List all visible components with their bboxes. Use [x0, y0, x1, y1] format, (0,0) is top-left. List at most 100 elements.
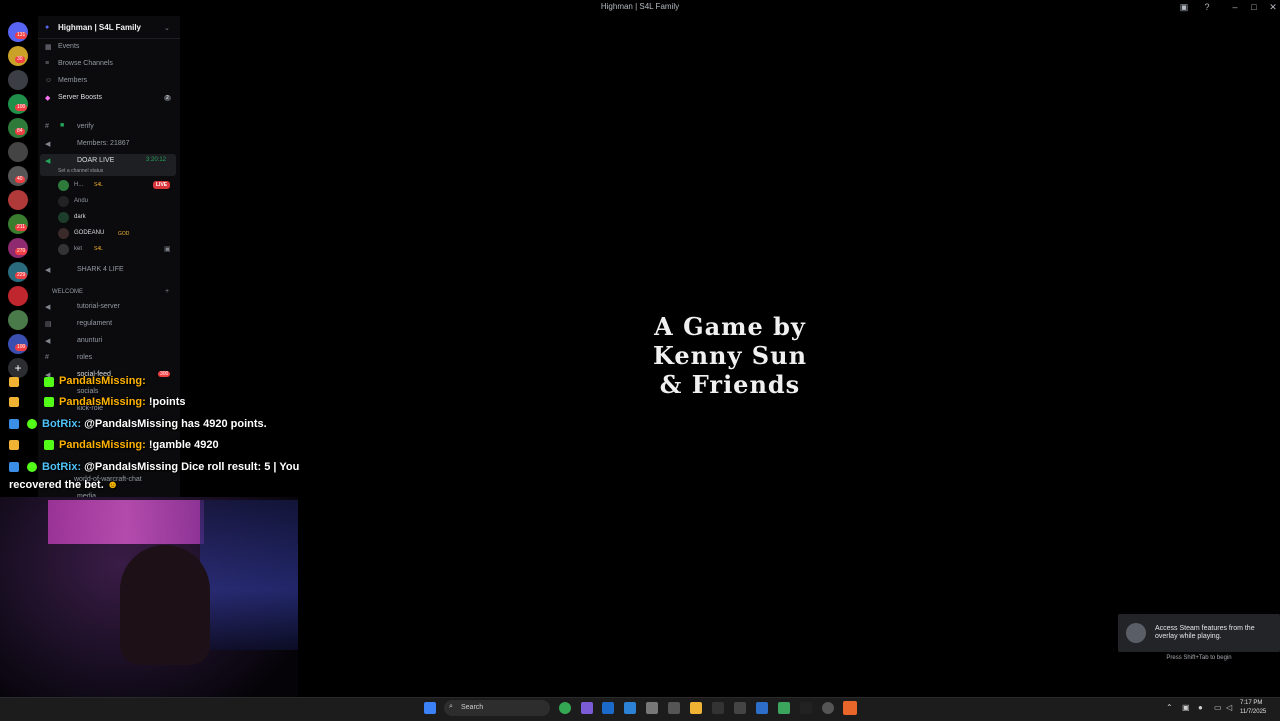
webcam-background — [200, 500, 298, 650]
app-icon[interactable] — [581, 702, 593, 714]
server-badge: 40 — [15, 176, 25, 183]
user-tag: GOD — [118, 231, 130, 237]
channel-verify[interactable]: verify — [77, 123, 94, 130]
chat-message: PandaIsMissing: — [59, 375, 146, 387]
menu-server-boosts[interactable]: Server Boosts — [58, 94, 102, 101]
folder-icon[interactable] — [690, 702, 702, 714]
app-icon[interactable] — [646, 702, 658, 714]
search-icon: ⌕ — [449, 703, 453, 710]
speaker-icon: ◀ — [45, 267, 51, 274]
server-icon[interactable] — [8, 190, 28, 210]
monitor-icon[interactable]: ▭ — [1214, 703, 1222, 712]
vscode-icon[interactable] — [624, 702, 636, 714]
xbox-icon[interactable] — [778, 702, 790, 714]
speaker-icon: ◀ — [45, 158, 51, 165]
add-server-icon[interactable]: + — [8, 358, 28, 378]
avatar — [58, 212, 69, 223]
voice-user[interactable]: H... — [74, 182, 83, 188]
server-badge: 229 — [15, 272, 28, 279]
server-icon[interactable] — [8, 286, 28, 306]
crown-icon — [9, 440, 19, 450]
channel-members-count[interactable]: Members: 21867 — [77, 140, 130, 147]
server-rail: 131 30 100 84 40 211 270 229 100 + — [0, 16, 36, 378]
bot-icon — [9, 462, 19, 472]
volume-icon[interactable]: ◁ — [1226, 703, 1232, 712]
server-icon[interactable] — [8, 142, 28, 162]
app-icon[interactable] — [734, 702, 746, 714]
bot-icon — [9, 419, 19, 429]
server-name[interactable]: Highman | S4L Family — [58, 23, 141, 32]
chat-message: BotRix: @PandaIsMissing Dice roll result… — [42, 461, 300, 473]
verified-icon — [27, 419, 37, 429]
server-badge: 30 — [15, 56, 25, 63]
clock-date[interactable]: 11/7/2025 — [1240, 709, 1266, 715]
check-icon: ■ — [60, 122, 65, 129]
window-title: Highman | S4L Family — [600, 2, 680, 11]
maximize-button[interactable]: □ — [1247, 2, 1261, 12]
taskbar-search[interactable] — [444, 700, 550, 716]
taskbar — [0, 697, 1280, 721]
chevron-down-icon[interactable]: ⌄ — [164, 24, 170, 32]
add-channel-icon[interactable]: + — [165, 288, 169, 295]
set-channel-status[interactable]: Set a channel status — [58, 168, 103, 174]
calendar-icon: ▦ — [45, 44, 52, 51]
channel-socials[interactable]: socials — [77, 388, 98, 395]
server-badge: 100 — [15, 344, 28, 351]
app-icon[interactable] — [712, 702, 724, 714]
stream-icon: ▣ — [164, 246, 171, 253]
avatar — [58, 180, 69, 191]
user-tag: S4L — [94, 182, 103, 188]
avatar — [58, 244, 69, 255]
verified-icon — [27, 462, 37, 472]
inbox-icon[interactable]: ▣ — [1177, 2, 1191, 13]
voice-user[interactable]: Andu — [74, 198, 88, 204]
crown-icon — [9, 377, 19, 387]
channel-anunturi[interactable]: anunturi — [77, 337, 102, 344]
channel-tutorial-server[interactable]: tutorial-server — [77, 303, 120, 310]
category-welcome[interactable]: WELCOME — [52, 289, 83, 295]
windows-start-icon[interactable] — [424, 702, 436, 714]
clock-time[interactable]: 7:17 PM — [1240, 700, 1262, 706]
channel-shark[interactable]: SHARK 4 LIFE — [77, 266, 124, 273]
voice-user[interactable]: GODEANU — [74, 230, 104, 236]
server-icon[interactable] — [8, 70, 28, 90]
chrome-icon[interactable] — [559, 702, 571, 714]
mic-icon[interactable]: ● — [1198, 703, 1203, 712]
search-label: Search — [461, 704, 484, 711]
server-badge: 131 — [15, 32, 28, 39]
chat-message-continued: recovered the bet. ☻ — [9, 479, 119, 491]
chat-message: PandaIsMissing: !gamble 4920 — [59, 439, 219, 451]
channel-roles[interactable]: roles — [77, 354, 92, 361]
chat-message: PandaIsMissing: !points — [59, 396, 186, 408]
menu-events[interactable]: Events — [58, 43, 79, 50]
boost-count-badge: 2 — [164, 95, 171, 101]
gift-icon — [44, 377, 54, 387]
tray-app-icon[interactable]: ▣ — [1182, 703, 1190, 712]
server-badge: 100 — [15, 104, 28, 111]
steam-toast-text: Access Steam features from the overlay w… — [1155, 625, 1255, 640]
app-icon[interactable] — [800, 702, 812, 714]
menu-members[interactable]: Members — [58, 77, 87, 84]
voice-user[interactable]: dark — [74, 214, 86, 220]
server-badge: 211 — [15, 224, 27, 231]
channel-doar-live[interactable]: DOAR LIVE — [77, 157, 114, 164]
tray-chevron-icon[interactable]: ⌃ — [1166, 703, 1173, 712]
server-icon[interactable] — [8, 310, 28, 330]
game-splash-title: A Game by Kenny Sun & Friends — [640, 312, 820, 399]
app-icon[interactable] — [668, 702, 680, 714]
voice-user[interactable]: ket — [74, 246, 82, 252]
close-button[interactable]: ✕ — [1266, 2, 1280, 13]
app-icon[interactable] — [756, 702, 768, 714]
game-taskbar-icon[interactable] — [843, 701, 857, 715]
menu-browse-channels[interactable]: Browse Channels — [58, 60, 113, 67]
channel-regulament[interactable]: regulament — [77, 320, 112, 327]
hash-icon: # — [45, 123, 49, 130]
app-icon[interactable] — [822, 702, 834, 714]
minimize-button[interactable]: – — [1228, 2, 1242, 12]
live-badge: LIVE — [153, 181, 171, 189]
help-icon[interactable]: ? — [1200, 2, 1214, 12]
steam-taskbar-icon[interactable] — [602, 702, 614, 714]
game-title-line: A Game by — [654, 312, 806, 341]
chat-message: BotRix: @PandaIsMissing has 4920 points. — [42, 418, 267, 430]
streamer-silhouette — [120, 545, 210, 665]
